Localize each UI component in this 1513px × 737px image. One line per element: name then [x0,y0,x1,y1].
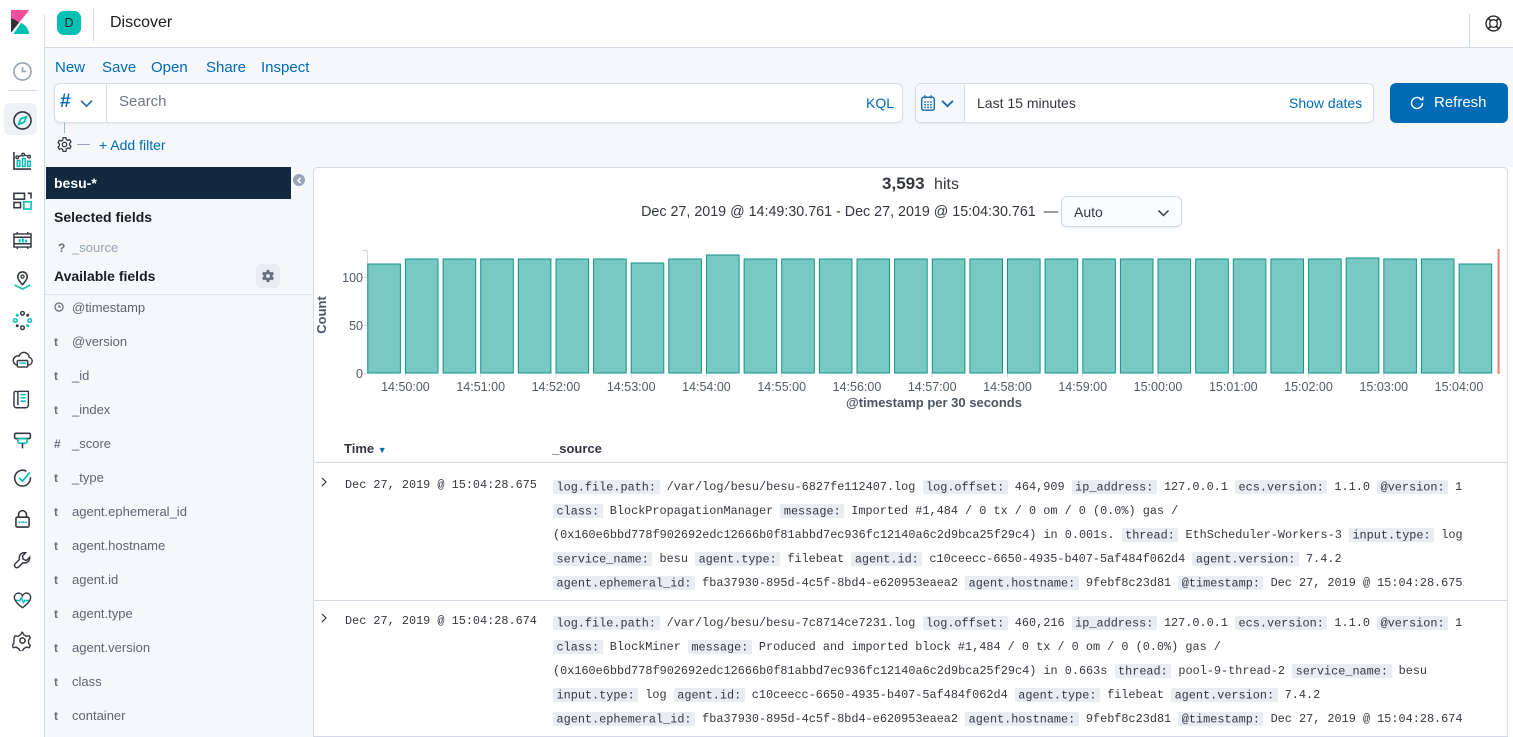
svg-text:15:00:00: 15:00:00 [1134,380,1183,394]
svg-text:@timestamp per 30 seconds: @timestamp per 30 seconds [846,395,1022,410]
svg-text:15:02:00: 15:02:00 [1284,380,1333,394]
svg-text:15:03:00: 15:03:00 [1359,380,1408,394]
svg-text:0: 0 [356,367,363,381]
svg-text:14:51:00: 14:51:00 [456,380,505,394]
svg-text:50: 50 [349,319,363,333]
svg-text:Count: Count [314,296,329,334]
svg-text:14:55:00: 14:55:00 [757,380,806,394]
svg-text:15:01:00: 15:01:00 [1209,380,1258,394]
svg-text:14:53:00: 14:53:00 [607,380,656,394]
svg-text:100: 100 [342,271,363,285]
svg-text:14:59:00: 14:59:00 [1058,380,1107,394]
svg-text:14:56:00: 14:56:00 [833,380,882,394]
svg-text:14:57:00: 14:57:00 [908,380,957,394]
svg-text:14:58:00: 14:58:00 [983,380,1032,394]
svg-text:14:52:00: 14:52:00 [532,380,581,394]
svg-text:15:04:00: 15:04:00 [1435,380,1484,394]
svg-text:14:50:00: 14:50:00 [381,380,430,394]
svg-text:14:54:00: 14:54:00 [682,380,731,394]
